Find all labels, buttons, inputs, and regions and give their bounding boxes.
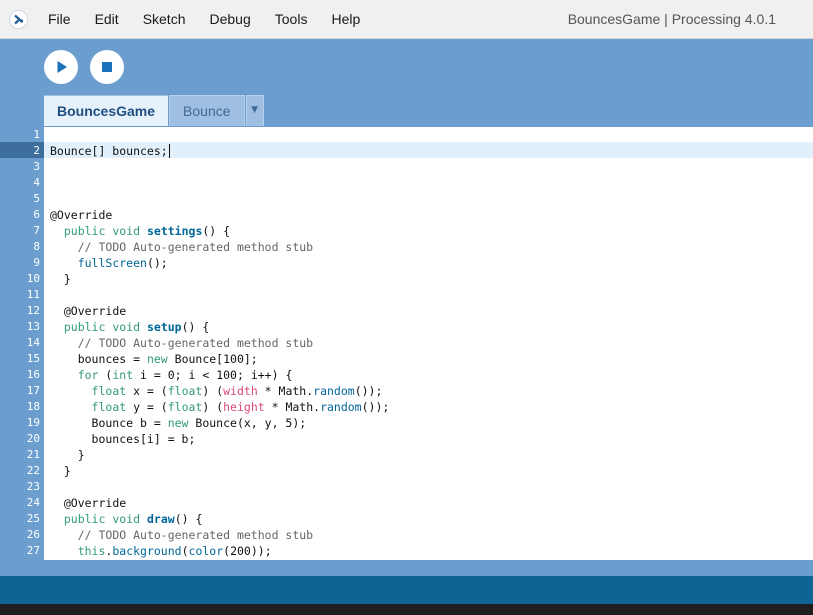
line-number: 3 xyxy=(33,160,40,173)
stop-button[interactable] xyxy=(90,50,124,84)
line-number: 13 xyxy=(26,320,40,333)
code-line: 25 public void draw() { xyxy=(0,511,813,527)
code-line: 19 Bounce b = new Bounce(x, y, 5); xyxy=(0,415,813,431)
processing-logo-icon xyxy=(9,10,28,29)
code-text[interactable]: public void draw() { xyxy=(50,511,203,527)
stop-icon xyxy=(102,62,112,72)
line-number: 19 xyxy=(26,416,40,429)
code-line: 27 this.background(color(200)); xyxy=(0,543,813,559)
menu-bar: File Edit Sketch Debug Tools Help Bounce… xyxy=(0,0,813,39)
code-line: 21 } xyxy=(0,447,813,463)
code-line: 18 float y = (float) (height * Math.rand… xyxy=(0,399,813,415)
code-line: 16 for (int i = 0; i < 100; i++) { xyxy=(0,367,813,383)
code-line: 26 // TODO Auto-generated method stub xyxy=(0,527,813,543)
code-line: 10 } xyxy=(0,271,813,287)
line-number: 1 xyxy=(33,128,40,141)
line-number: 26 xyxy=(26,528,40,541)
code-text[interactable]: } xyxy=(50,271,71,287)
code-line: 3 xyxy=(0,159,813,175)
code-text[interactable]: Bounce b = new Bounce(x, y, 5); xyxy=(50,415,307,431)
tab-menu-button[interactable]: ▼ xyxy=(245,95,264,126)
code-text[interactable]: float y = (float) (height * Math.random(… xyxy=(50,399,390,415)
code-line: 2 Bounce[] bounces; xyxy=(0,143,813,159)
line-number: 2 xyxy=(33,144,40,157)
console-panel xyxy=(0,604,813,615)
tab-bouncesgame[interactable]: BouncesGame xyxy=(44,95,169,126)
line-number: 20 xyxy=(26,432,40,445)
code-text[interactable]: bounces = new Bounce[100]; xyxy=(50,351,258,367)
code-text[interactable]: } xyxy=(50,463,71,479)
menu-file[interactable]: File xyxy=(36,0,83,39)
toolbar: BouncesGame Bounce ▼ xyxy=(0,39,813,127)
line-number: 14 xyxy=(26,336,40,349)
code-line: 22 } xyxy=(0,463,813,479)
line-number: 18 xyxy=(26,400,40,413)
line-number: 12 xyxy=(26,304,40,317)
status-bar xyxy=(0,576,813,604)
code-text[interactable]: @Override xyxy=(50,207,112,223)
code-text[interactable]: bounces[i] = b; xyxy=(50,431,196,447)
code-text[interactable]: this.background(color(200)); xyxy=(50,543,272,559)
text-cursor xyxy=(168,144,170,158)
code-text[interactable]: @Override xyxy=(50,303,126,319)
code-line: 15 bounces = new Bounce[100]; xyxy=(0,351,813,367)
code-line: 6 @Override xyxy=(0,207,813,223)
code-line: 9 fullScreen(); xyxy=(0,255,813,271)
code-text[interactable]: @Override xyxy=(50,495,126,511)
line-number: 9 xyxy=(33,256,40,269)
chevron-down-icon: ▼ xyxy=(251,105,258,115)
code-text[interactable]: Bounce[] bounces; xyxy=(50,143,170,159)
code-lines: 1 2 Bounce[] bounces; 3 4 5 6 @Override 7 … xyxy=(0,127,813,559)
line-number: 22 xyxy=(26,464,40,477)
run-button[interactable] xyxy=(44,50,78,84)
menu-help[interactable]: Help xyxy=(319,0,372,39)
code-text[interactable]: // TODO Auto-generated method stub xyxy=(50,335,313,351)
line-number: 27 xyxy=(26,544,40,557)
line-number: 11 xyxy=(26,288,40,301)
code-line: 13 public void setup() { xyxy=(0,319,813,335)
code-line: 23 xyxy=(0,479,813,495)
code-text[interactable]: public void setup() { xyxy=(50,319,209,335)
code-line: 24 @Override xyxy=(0,495,813,511)
line-number: 10 xyxy=(26,272,40,285)
line-number: 4 xyxy=(33,176,40,189)
line-number: 24 xyxy=(26,496,40,509)
line-number: 16 xyxy=(26,368,40,381)
code-line: 11 xyxy=(0,287,813,303)
code-text[interactable]: for (int i = 0; i < 100; i++) { xyxy=(50,367,293,383)
code-line: 20 bounces[i] = b; xyxy=(0,431,813,447)
line-number: 17 xyxy=(26,384,40,397)
line-number: 15 xyxy=(26,352,40,365)
code-line: 4 xyxy=(0,175,813,191)
code-line: 17 float x = (float) (width * Math.rando… xyxy=(0,383,813,399)
menu-tools[interactable]: Tools xyxy=(263,0,320,39)
code-line: 7 public void settings() { xyxy=(0,223,813,239)
code-line: 14 // TODO Auto-generated method stub xyxy=(0,335,813,351)
line-number: 21 xyxy=(26,448,40,461)
code-line: 1 xyxy=(0,127,813,143)
code-text[interactable]: public void settings() { xyxy=(50,223,230,239)
code-text[interactable]: float x = (float) (width * Math.random()… xyxy=(50,383,383,399)
line-number: 7 xyxy=(33,224,40,237)
code-text[interactable]: } xyxy=(50,447,85,463)
menu: File Edit Sketch Debug Tools Help xyxy=(36,0,372,39)
menu-edit[interactable]: Edit xyxy=(83,0,131,39)
code-text[interactable]: // TODO Auto-generated method stub xyxy=(50,527,313,543)
menu-debug[interactable]: Debug xyxy=(198,0,263,39)
code-line: 5 xyxy=(0,191,813,207)
line-number: 5 xyxy=(33,192,40,205)
line-number: 23 xyxy=(26,480,40,493)
menu-sketch[interactable]: Sketch xyxy=(131,0,198,39)
line-number: 6 xyxy=(33,208,40,221)
code-line: 8 // TODO Auto-generated method stub xyxy=(0,239,813,255)
line-number: 25 xyxy=(26,512,40,525)
code-line: 12 @Override xyxy=(0,303,813,319)
sketch-tabs: BouncesGame Bounce ▼ xyxy=(44,95,264,126)
tab-bounce[interactable]: Bounce xyxy=(169,95,245,126)
code-text[interactable]: fullScreen(); xyxy=(50,255,168,271)
line-number: 8 xyxy=(33,240,40,253)
window-title: BouncesGame | Processing 4.0.1 xyxy=(567,11,776,27)
play-icon xyxy=(57,61,67,73)
code-text[interactable]: // TODO Auto-generated method stub xyxy=(50,239,313,255)
